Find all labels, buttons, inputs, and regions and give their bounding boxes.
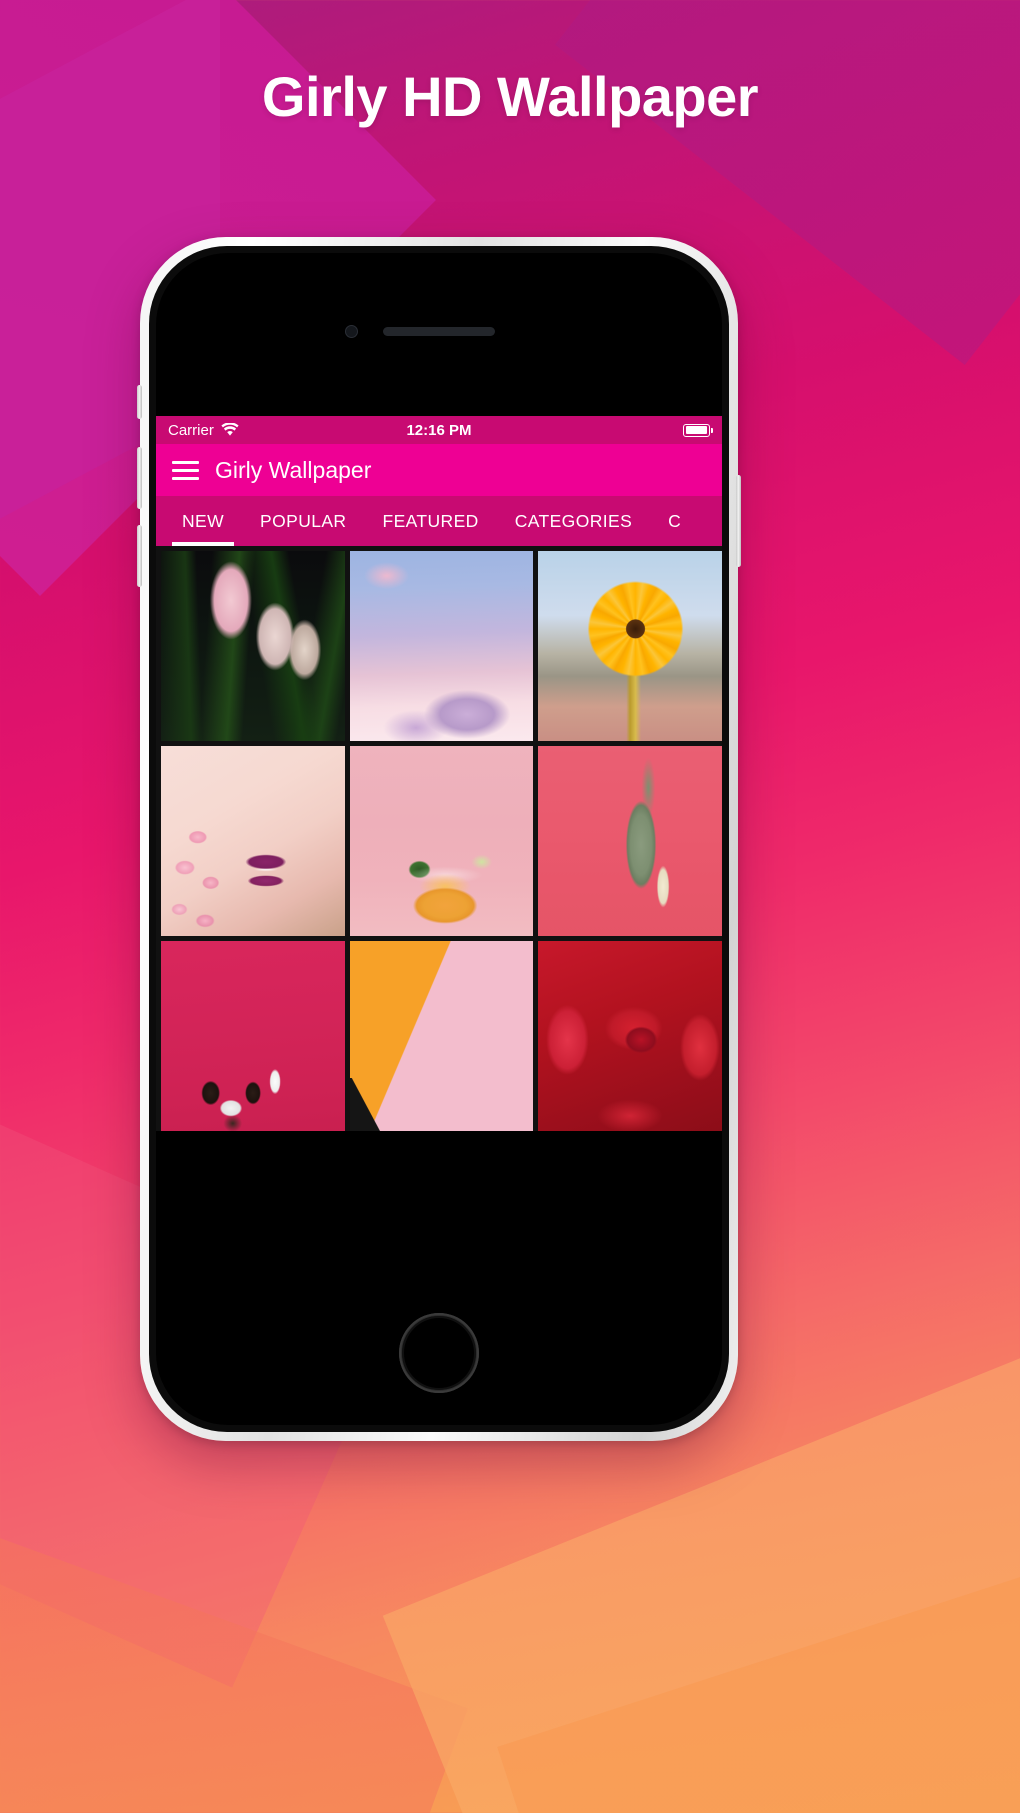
wallpaper-cell-purple-lips[interactable] xyxy=(161,746,345,936)
tab-bar[interactable]: NEW POPULAR FEATURED CATEGORIES C xyxy=(156,496,722,546)
wallpaper-cell-leaf[interactable] xyxy=(538,746,722,936)
volume-down-button[interactable] xyxy=(137,525,142,587)
app-title: Girly Wallpaper xyxy=(215,456,372,483)
wallpaper-cell-sunflower[interactable] xyxy=(538,551,722,741)
hamburger-line-2 xyxy=(172,468,199,472)
wallpaper-grid xyxy=(156,546,722,1131)
wallpaper-cell-cocktail[interactable] xyxy=(349,746,534,936)
phone-bezel: Carrier 12:16 PM Girly Wallpaper NEW POP… xyxy=(149,246,729,1432)
tab-new[interactable]: NEW xyxy=(164,496,242,546)
phone-screen: Carrier 12:16 PM Girly Wallpaper NEW POP… xyxy=(156,253,722,1425)
power-button[interactable] xyxy=(736,475,741,567)
chihuahua-dog-wallpaper xyxy=(161,941,345,1131)
pink-clouds-sky-wallpaper xyxy=(349,551,534,741)
status-bar: Carrier 12:16 PM xyxy=(156,416,722,444)
red-rose-wallpaper xyxy=(538,941,722,1131)
pink-tulips-wallpaper xyxy=(161,551,345,741)
orange-cocktail-wallpaper xyxy=(349,746,534,936)
background-wedge-bottom-left xyxy=(0,1468,468,1813)
hamburger-menu-icon[interactable] xyxy=(172,460,199,480)
wallpaper-cell-dog[interactable] xyxy=(161,941,345,1131)
wallpaper-cell-geometric[interactable] xyxy=(349,941,534,1131)
wallpaper-cell-pink-clouds[interactable] xyxy=(349,551,534,741)
tab-categories[interactable]: CATEGORIES xyxy=(497,496,650,546)
home-button-ring xyxy=(399,1313,479,1393)
peace-lily-leaf-wallpaper xyxy=(538,746,722,936)
earpiece-speaker xyxy=(383,327,495,336)
tab-featured[interactable]: FEATURED xyxy=(364,496,496,546)
sunflower-wallpaper xyxy=(538,551,722,741)
mute-switch[interactable] xyxy=(137,385,142,419)
promo-headline: Girly HD Wallpaper xyxy=(261,65,759,128)
wallpaper-cell-pink-tulips[interactable] xyxy=(161,551,345,741)
background-wedge-bottom-right-two xyxy=(497,1524,1020,1813)
tab-partial[interactable]: C xyxy=(650,496,699,546)
battery-icon xyxy=(683,423,713,437)
status-bar-right xyxy=(683,423,713,437)
front-camera-icon xyxy=(345,325,358,338)
phone-mockup: Carrier 12:16 PM Girly Wallpaper NEW POP… xyxy=(137,237,741,1441)
volume-up-button[interactable] xyxy=(137,447,142,509)
app-nav-bar: Girly Wallpaper xyxy=(156,444,722,496)
app-viewport: Carrier 12:16 PM Girly Wallpaper NEW POP… xyxy=(156,416,722,1196)
hamburger-line-1 xyxy=(172,460,199,464)
hamburger-line-3 xyxy=(172,476,199,480)
geometric-dark-corner xyxy=(349,1077,534,1131)
tab-popular[interactable]: POPULAR xyxy=(242,496,364,546)
battery-fill xyxy=(685,426,708,434)
status-bar-time: 12:16 PM xyxy=(406,421,472,439)
wallpaper-cell-rose[interactable] xyxy=(538,941,722,1131)
purple-lips-blossom-wallpaper xyxy=(161,746,345,936)
